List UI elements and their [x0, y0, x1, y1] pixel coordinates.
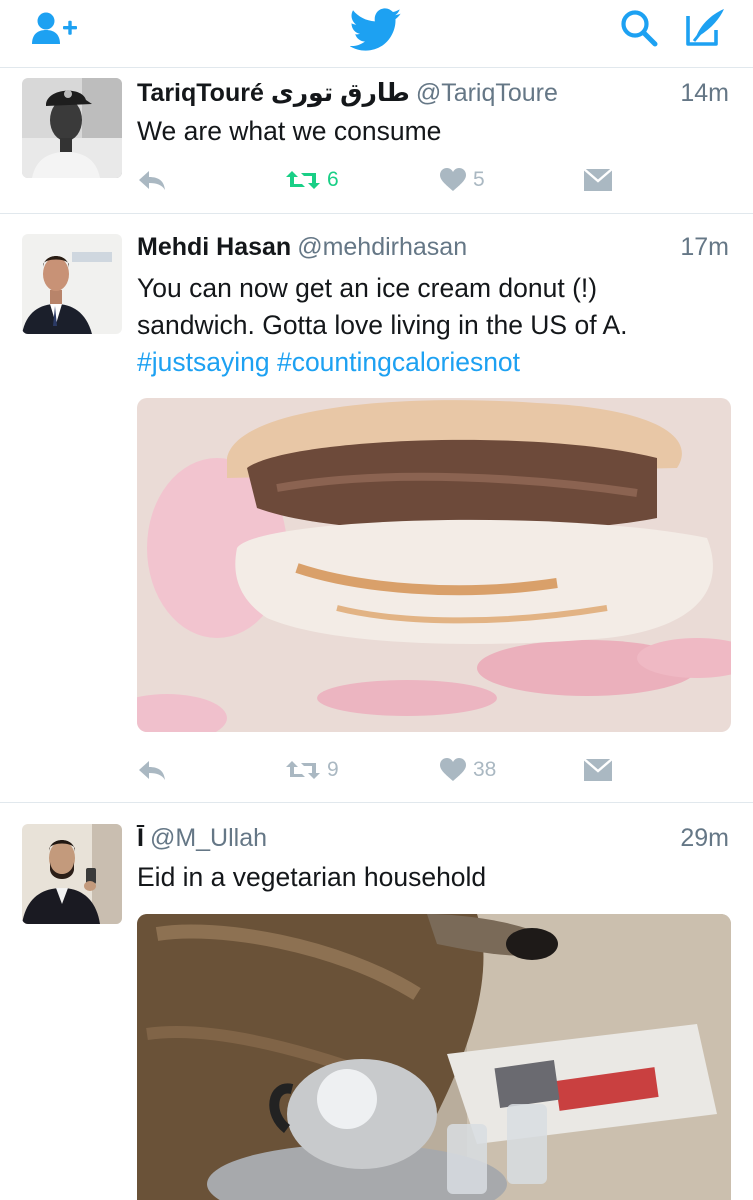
tweet-text: Eid in a vegetarian household — [137, 862, 487, 892]
hashtag-link[interactable]: #countingcaloriesnot — [277, 347, 520, 377]
avatar[interactable] — [22, 824, 122, 924]
heart-icon — [440, 758, 466, 781]
retweet-button[interactable]: 9 — [285, 754, 339, 786]
compose-tweet-icon[interactable] — [682, 6, 728, 50]
retweet-icon — [286, 171, 320, 189]
tweet-header: Ī @M_Ullah 29m — [137, 821, 729, 855]
tweet-card[interactable]: TariqTouré طارق تورى @TariqToure 14m We a… — [0, 68, 753, 214]
reply-icon — [139, 761, 165, 780]
tweet-card[interactable]: Ī @M_Ullah 29m Eid in a vegetarian househ… — [0, 803, 753, 1200]
tweet-header: Mehdi Hasan @mehdirhasan 17m — [137, 230, 729, 264]
direct-message-button[interactable] — [583, 754, 613, 786]
like-button[interactable]: 38 — [439, 754, 496, 786]
like-button[interactable]: 5 — [439, 164, 485, 196]
twitter-bird-icon[interactable] — [350, 8, 402, 52]
envelope-icon — [583, 758, 613, 781]
reply-button[interactable] — [137, 754, 167, 786]
tweet-header: TariqTouré طارق تورى @TariqToure 14m — [137, 76, 729, 110]
direct-message-button[interactable] — [583, 164, 613, 196]
retweet-count: 9 — [327, 758, 339, 781]
tweet-text: We are what we consume — [137, 116, 442, 146]
retweet-button[interactable]: 6 — [285, 164, 339, 196]
hashtag-link[interactable]: #justsaying — [137, 347, 270, 377]
user-handle[interactable]: @mehdirhasan — [297, 233, 467, 261]
user-handle[interactable]: @TariqToure — [416, 79, 558, 107]
like-count: 5 — [473, 168, 485, 191]
retweet-icon — [286, 761, 320, 779]
tweet-text: You can now get an ice cream donut (!) s… — [137, 270, 729, 381]
envelope-icon — [583, 168, 613, 191]
tweet-text-line: sandwich. Gotta love living in the US of… — [137, 310, 628, 340]
user-display-name[interactable]: Ī — [137, 824, 144, 852]
reply-button[interactable] — [137, 164, 167, 196]
user-display-name[interactable]: TariqTouré طارق تورى — [137, 79, 410, 107]
tweet-media-photo[interactable] — [137, 914, 731, 1200]
tweet-timestamp: 29m — [680, 824, 729, 852]
user-handle[interactable]: @M_Ullah — [150, 824, 267, 852]
avatar[interactable] — [22, 234, 122, 334]
tweet-timestamp: 14m — [680, 79, 729, 107]
tweet-actions: 9 38 — [137, 754, 617, 786]
search-icon[interactable] — [618, 8, 662, 48]
tweet-text-line: You can now get an ice cream donut (!) — [137, 273, 598, 303]
reply-icon — [139, 171, 165, 190]
add-user-icon[interactable] — [30, 10, 82, 46]
tweet-timestamp: 17m — [680, 233, 729, 261]
avatar[interactable] — [22, 78, 122, 178]
retweet-count: 6 — [327, 168, 339, 191]
tweet-card[interactable]: Mehdi Hasan @mehdirhasan 17m You can now … — [0, 214, 753, 803]
tweet-actions: 6 5 — [137, 164, 617, 196]
heart-icon — [440, 168, 466, 191]
like-count: 38 — [473, 758, 497, 781]
tweet-media-photo[interactable] — [137, 398, 731, 732]
top-navigation-bar — [0, 0, 753, 68]
user-display-name[interactable]: Mehdi Hasan — [137, 233, 291, 261]
